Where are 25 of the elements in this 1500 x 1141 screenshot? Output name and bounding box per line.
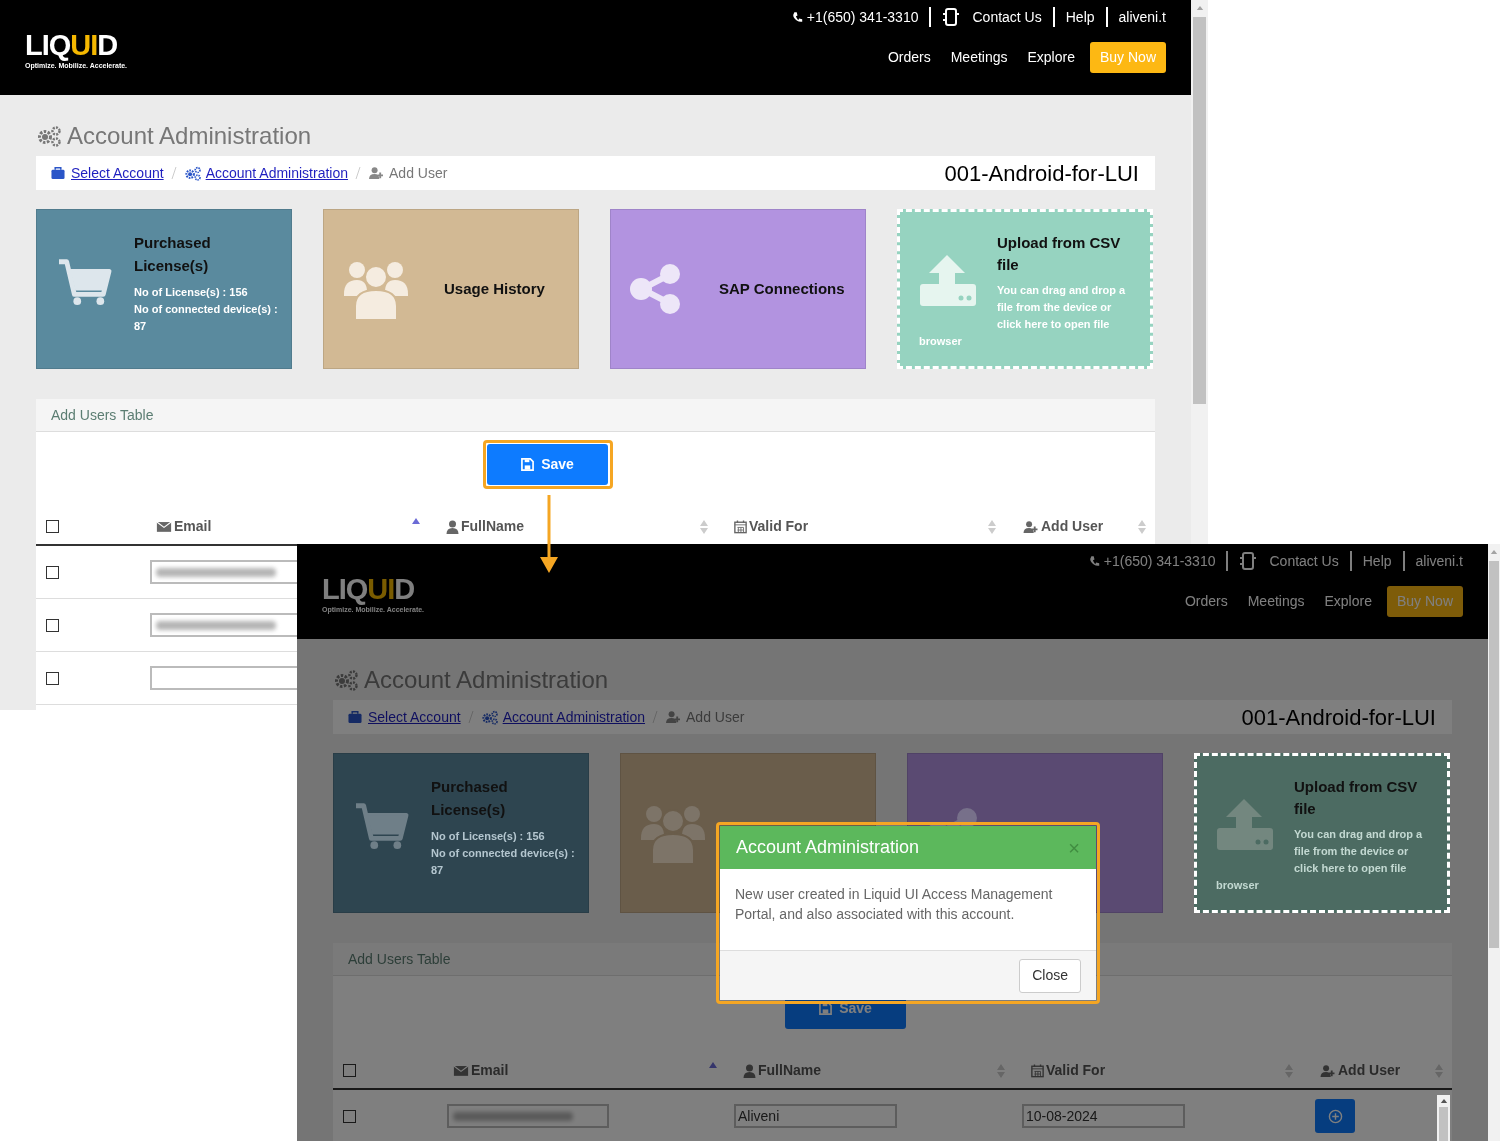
breadcrumb-current: Add User [686,707,745,727]
card-title: Upload from CSV file [996,233,1122,275]
card-title: SAP Connections [719,278,845,299]
card-detail: No of License(s) : 156 [134,285,249,300]
card-title: Upload from CSV file [1293,777,1419,819]
card-detail: You can drag and drop a file from the device or click here to open file browser [1216,827,1424,893]
dialog-title: Account Administration [736,836,920,859]
card-detail: No of connected device(s) : 87 [431,846,576,878]
card-detail: No of License(s) : 156 [431,829,546,844]
panel-title: Add Users Table [36,399,1155,432]
logo: LIQUID [25,31,119,59]
account-name: 001-Android-for-LUI [944,159,1139,188]
dialog-message: New user created in Liquid UI Access Management Portal, and also associated with this account. [734,885,1054,924]
breadcrumb-current: Add User [389,163,448,183]
card-title: Purchased License(s) [134,233,212,276]
page-title: Account Administration [67,122,312,150]
card-detail: No of connected device(s) : 87 [134,302,279,334]
card-detail: You can drag and drop a file from the device or click here to open file browser [919,283,1127,349]
logo: LIQUID [322,575,416,603]
card-title: Usage History [444,278,545,299]
page-title: Account Administration [364,666,609,694]
account-name: 001-Android-for-LUI [1241,703,1436,732]
phone-number: +1(650) 341-3310 [806,7,919,27]
card-title: Purchased License(s) [431,777,509,820]
phone-number: +1(650) 341-3310 [1103,551,1216,571]
